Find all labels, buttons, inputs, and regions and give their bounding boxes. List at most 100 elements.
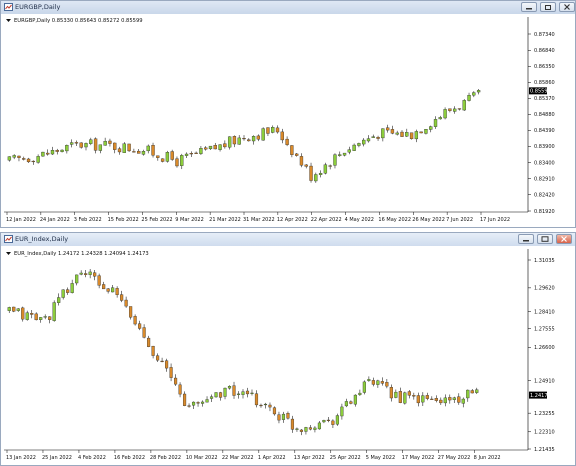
- bear-candle: [448, 397, 452, 401]
- bull-candle: [475, 389, 479, 393]
- bear-candle: [266, 127, 270, 134]
- eurgbp-title-bar[interactable]: EURGBP,Daily: [1, 1, 575, 15]
- y-tick-label: 0.86840: [534, 48, 555, 54]
- bull-candle: [342, 152, 347, 156]
- bear-candle: [232, 136, 237, 145]
- y-tick-label: 0.85860: [534, 80, 555, 86]
- eur-index-title-bar[interactable]: EUR_Index,Daily: [1, 233, 575, 247]
- restore-button[interactable]: [540, 2, 556, 12]
- bull-candle: [111, 287, 115, 293]
- bull-candle: [362, 139, 366, 145]
- bull-candle: [36, 156, 40, 163]
- y-tick-label: 1.28410: [534, 309, 555, 315]
- bear-candle: [160, 158, 165, 162]
- maximize-icon: [541, 236, 549, 242]
- y-tick-label: 0.84880: [534, 112, 555, 118]
- eurgbp-candlestick-chart[interactable]: 0.87340 0.86840 0.86350 0.85860 0.85370 0.848…: [1, 14, 575, 227]
- bull-candle: [25, 312, 29, 320]
- bear-candle: [295, 153, 299, 156]
- bear-candle: [457, 108, 462, 110]
- bull-candle: [50, 150, 55, 155]
- bull-candle: [41, 151, 45, 157]
- close-icon: [561, 236, 567, 242]
- bear-candle: [93, 138, 98, 151]
- bull-candle: [7, 307, 11, 311]
- bear-candle: [132, 151, 136, 153]
- eur-index-chart-window[interactable]: EUR_Index,Daily 1.31035 1.29620 1.28410 1.2…: [0, 232, 576, 466]
- bull-candle: [421, 395, 425, 403]
- x-tick-label: 10 Mar 2022: [186, 455, 218, 461]
- bull-candle: [362, 381, 366, 393]
- y-tick-label: 1.23255: [534, 411, 555, 417]
- bull-candle: [69, 142, 74, 145]
- x-tick-label: 21 Mar 2022: [209, 217, 241, 223]
- y-tick-label: 0.85370: [534, 96, 555, 102]
- minimize-icon: [523, 240, 529, 242]
- bull-candle: [366, 138, 371, 142]
- bear-candle: [398, 391, 402, 403]
- bear-candle: [21, 307, 25, 320]
- bull-candle: [467, 95, 471, 101]
- current-price-label: 1.24173: [530, 393, 551, 399]
- bear-candle: [115, 288, 119, 295]
- bull-candle: [376, 380, 380, 385]
- bull-candle: [79, 272, 83, 275]
- bear-candle: [254, 393, 259, 406]
- bull-candle: [347, 149, 351, 153]
- bull-candle: [84, 143, 88, 148]
- bull-candle: [318, 172, 323, 175]
- x-tick-label: 12 Apr 2022: [277, 217, 308, 223]
- bear-candle: [97, 275, 101, 286]
- bear-candle: [17, 155, 21, 158]
- bear-candle: [196, 402, 200, 404]
- bear-candle: [189, 153, 193, 155]
- bear-candle: [385, 382, 389, 387]
- x-tick-label: 9 Mar 2022: [175, 217, 204, 223]
- x-tick-label: 28 Feb 2022: [150, 455, 181, 461]
- bull-candle: [237, 137, 241, 145]
- bear-candle: [470, 390, 474, 394]
- x-tick-label: 8 Jun 2022: [474, 455, 501, 461]
- bull-candle: [43, 316, 47, 318]
- bull-candle: [340, 406, 344, 417]
- bear-candle: [277, 414, 281, 421]
- bull-candle: [317, 422, 321, 430]
- minimize-button[interactable]: [518, 234, 534, 244]
- eurgbp-info-label: EURGBP,Daily 0.85330 0.85643 0.85272 0.8…: [14, 18, 143, 24]
- bull-candle: [405, 132, 409, 137]
- bear-candle: [331, 420, 335, 425]
- close-button[interactable]: [556, 234, 572, 244]
- y-tick-label: 0.86350: [534, 64, 555, 70]
- bull-candle: [353, 394, 357, 405]
- bear-candle: [160, 360, 164, 363]
- eur-index-candlestick-chart[interactable]: 1.31035 1.29620 1.28410 1.27555 1.26600 1.249…: [1, 246, 575, 465]
- maximize-button[interactable]: [537, 234, 553, 244]
- bull-candle: [227, 386, 232, 389]
- y-tick-label: 0.87340: [534, 32, 555, 38]
- bear-candle: [242, 137, 246, 140]
- bear-candle: [272, 407, 277, 415]
- x-tick-label: 5 May 2022: [366, 455, 395, 461]
- eurgbp-chart-window[interactable]: EURGBP,Daily 0.87340 0.86840 0.86350 0.8586…: [0, 0, 576, 228]
- bull-candle: [443, 397, 447, 404]
- eurgbp-window-title: EURGBP,Daily: [15, 3, 61, 11]
- bull-candle: [466, 389, 470, 399]
- x-tick-label: 25 Jan 2022: [42, 455, 72, 461]
- minimize-button[interactable]: [521, 2, 537, 12]
- bull-candle: [65, 145, 69, 152]
- bear-candle: [26, 158, 31, 163]
- bull-candle: [7, 156, 12, 161]
- bear-candle: [124, 299, 128, 307]
- y-tick-label: 0.82420: [534, 192, 555, 198]
- bull-candle: [88, 271, 92, 275]
- bull-candle: [443, 109, 447, 119]
- close-button[interactable]: [559, 2, 575, 12]
- bull-candle: [453, 108, 457, 112]
- bear-candle: [12, 306, 16, 312]
- x-tick-label: 7 Jun 2022: [446, 217, 473, 223]
- bear-candle: [174, 377, 178, 385]
- y-tick-label: 1.21435: [534, 447, 555, 453]
- bull-candle: [223, 387, 227, 397]
- y-tick-label: 0.83900: [534, 144, 555, 150]
- bull-candle: [75, 274, 79, 284]
